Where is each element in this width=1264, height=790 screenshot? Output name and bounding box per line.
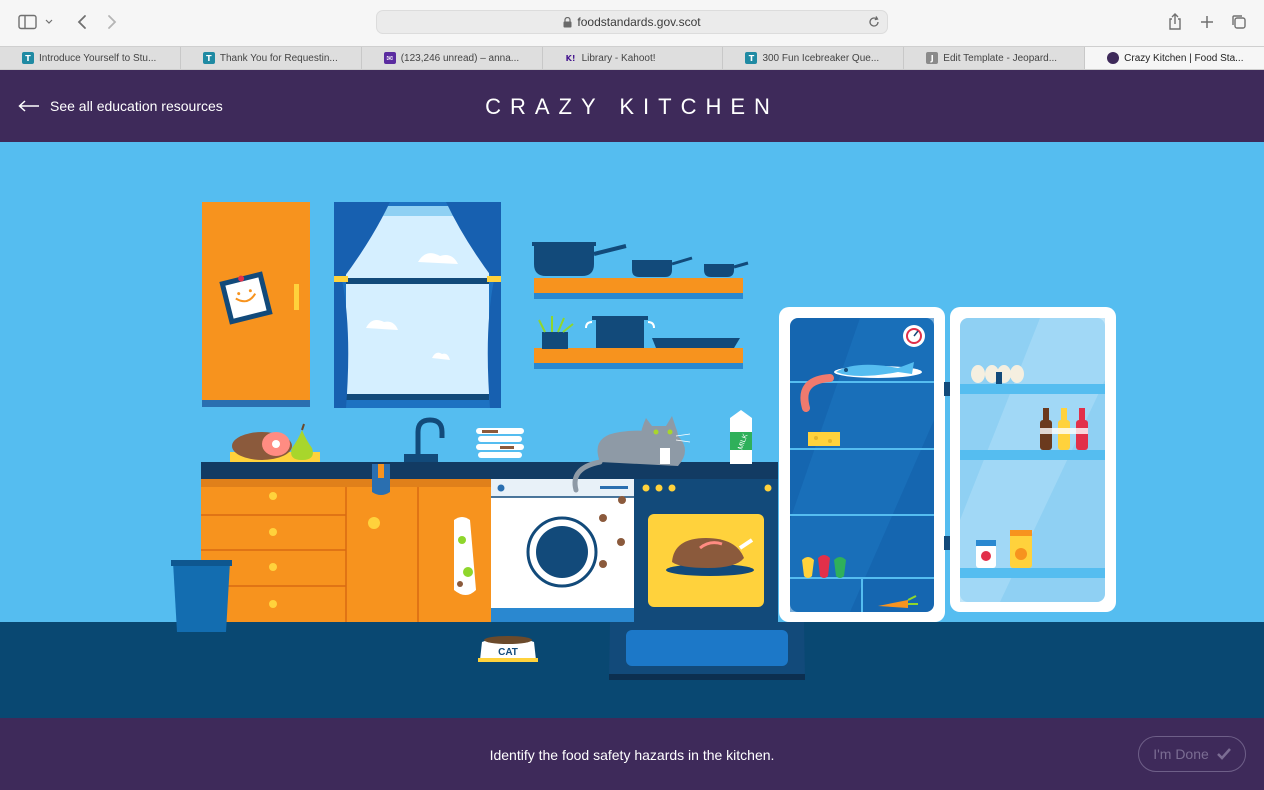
washing-machine[interactable]: [491, 479, 634, 622]
oven[interactable]: [609, 479, 805, 680]
jam-jar-icon[interactable]: [976, 540, 996, 568]
back-button[interactable]: [72, 11, 92, 33]
checkmark-icon: [1216, 748, 1231, 760]
tab-favicon: ✉: [383, 52, 396, 64]
milk-carton-icon[interactable]: MILK: [730, 410, 752, 464]
tab-title: Edit Template - Jeopard...: [943, 52, 1058, 64]
plus-icon: [1201, 16, 1213, 28]
forward-button[interactable]: [102, 11, 122, 33]
page-header: See all education resources CRAZY KITCHE…: [0, 70, 1264, 142]
lock-icon: [563, 16, 572, 27]
chevron-left-icon: [77, 15, 86, 29]
share-button[interactable]: [1164, 11, 1186, 33]
im-done-button[interactable]: I'm Done: [1138, 736, 1246, 772]
page-title: CRAZY KITCHEN: [485, 94, 779, 119]
cheese-icon[interactable]: [808, 432, 840, 446]
tab-overview-button[interactable]: [1228, 11, 1250, 33]
instruction-text: Identify the food safety hazards in the …: [489, 747, 775, 763]
tab-6-active[interactable]: Crazy Kitchen | Food Sta...: [1085, 47, 1264, 69]
cat-bowl-label: CAT: [498, 647, 518, 658]
tab-title: 300 Fun Icebreaker Que...: [762, 52, 880, 64]
tab-title: Introduce Yourself to Stu...: [39, 52, 157, 64]
page-footer: Identify the food safety hazards in the …: [0, 718, 1264, 790]
worktop: [201, 462, 778, 479]
tab-title: Library - Kahoot!: [581, 52, 656, 64]
address-bar[interactable]: foodstandards.gov.scot: [376, 10, 888, 34]
hanging-cloths-icon[interactable]: [372, 464, 390, 495]
tab-title: Thank You for Requestin...: [219, 52, 338, 64]
cat-bowl-icon[interactable]: CAT: [478, 636, 538, 662]
tab-title: Crazy Kitchen | Food Sta...: [1124, 52, 1244, 64]
tab-overview-icon: [1232, 15, 1246, 29]
share-icon: [1169, 13, 1181, 30]
tab-favicon: J: [926, 52, 939, 64]
sauce-bottles-icon[interactable]: [1040, 408, 1088, 450]
tab-2[interactable]: ✉ (123,246 unread) – anna...: [362, 47, 543, 69]
sidebar-toggle-button[interactable]: [16, 11, 56, 33]
reload-icon[interactable]: [867, 15, 881, 29]
tab-5[interactable]: J Edit Template - Jeopard...: [904, 47, 1086, 69]
chevron-right-icon: [108, 15, 117, 29]
tab-0[interactable]: T Introduce Yourself to Stu...: [0, 47, 181, 69]
new-tab-button[interactable]: [1196, 11, 1218, 33]
kitchen-illustration: MILK CAT: [0, 142, 1264, 718]
url-text: foodstandards.gov.scot: [577, 15, 701, 29]
tab-favicon: [1107, 52, 1120, 64]
bin-icon[interactable]: [171, 560, 232, 632]
tab-bar: T Introduce Yourself to Stu... T Thank You…: [0, 46, 1264, 70]
sidebar-icon: [18, 14, 53, 30]
tab-title: (123,246 unread) – anna...: [400, 52, 520, 64]
tab-1[interactable]: T Thank You for Requestin...: [181, 47, 362, 69]
lower-cabinets[interactable]: [201, 479, 491, 622]
kitchen-scene: MILK CAT: [0, 142, 1264, 718]
wall-cupboard[interactable]: [202, 202, 310, 407]
done-button-label: I'm Done: [1153, 746, 1209, 762]
marmalade-jar-icon[interactable]: [1010, 530, 1032, 568]
tab-favicon: T: [745, 52, 758, 64]
kitchen-window[interactable]: [334, 202, 501, 408]
tab-favicon: T: [22, 52, 34, 64]
peppers-icon[interactable]: [802, 555, 846, 578]
fridge-thermometer-icon[interactable]: [903, 325, 925, 347]
tab-3[interactable]: K! Library - Kahoot!: [543, 47, 724, 69]
tab-4[interactable]: T 300 Fun Icebreaker Que...: [723, 47, 905, 69]
tab-favicon: T: [202, 52, 215, 64]
browser-toolbar: foodstandards.gov.scot: [0, 0, 1264, 46]
tab-favicon: K!: [565, 53, 576, 63]
